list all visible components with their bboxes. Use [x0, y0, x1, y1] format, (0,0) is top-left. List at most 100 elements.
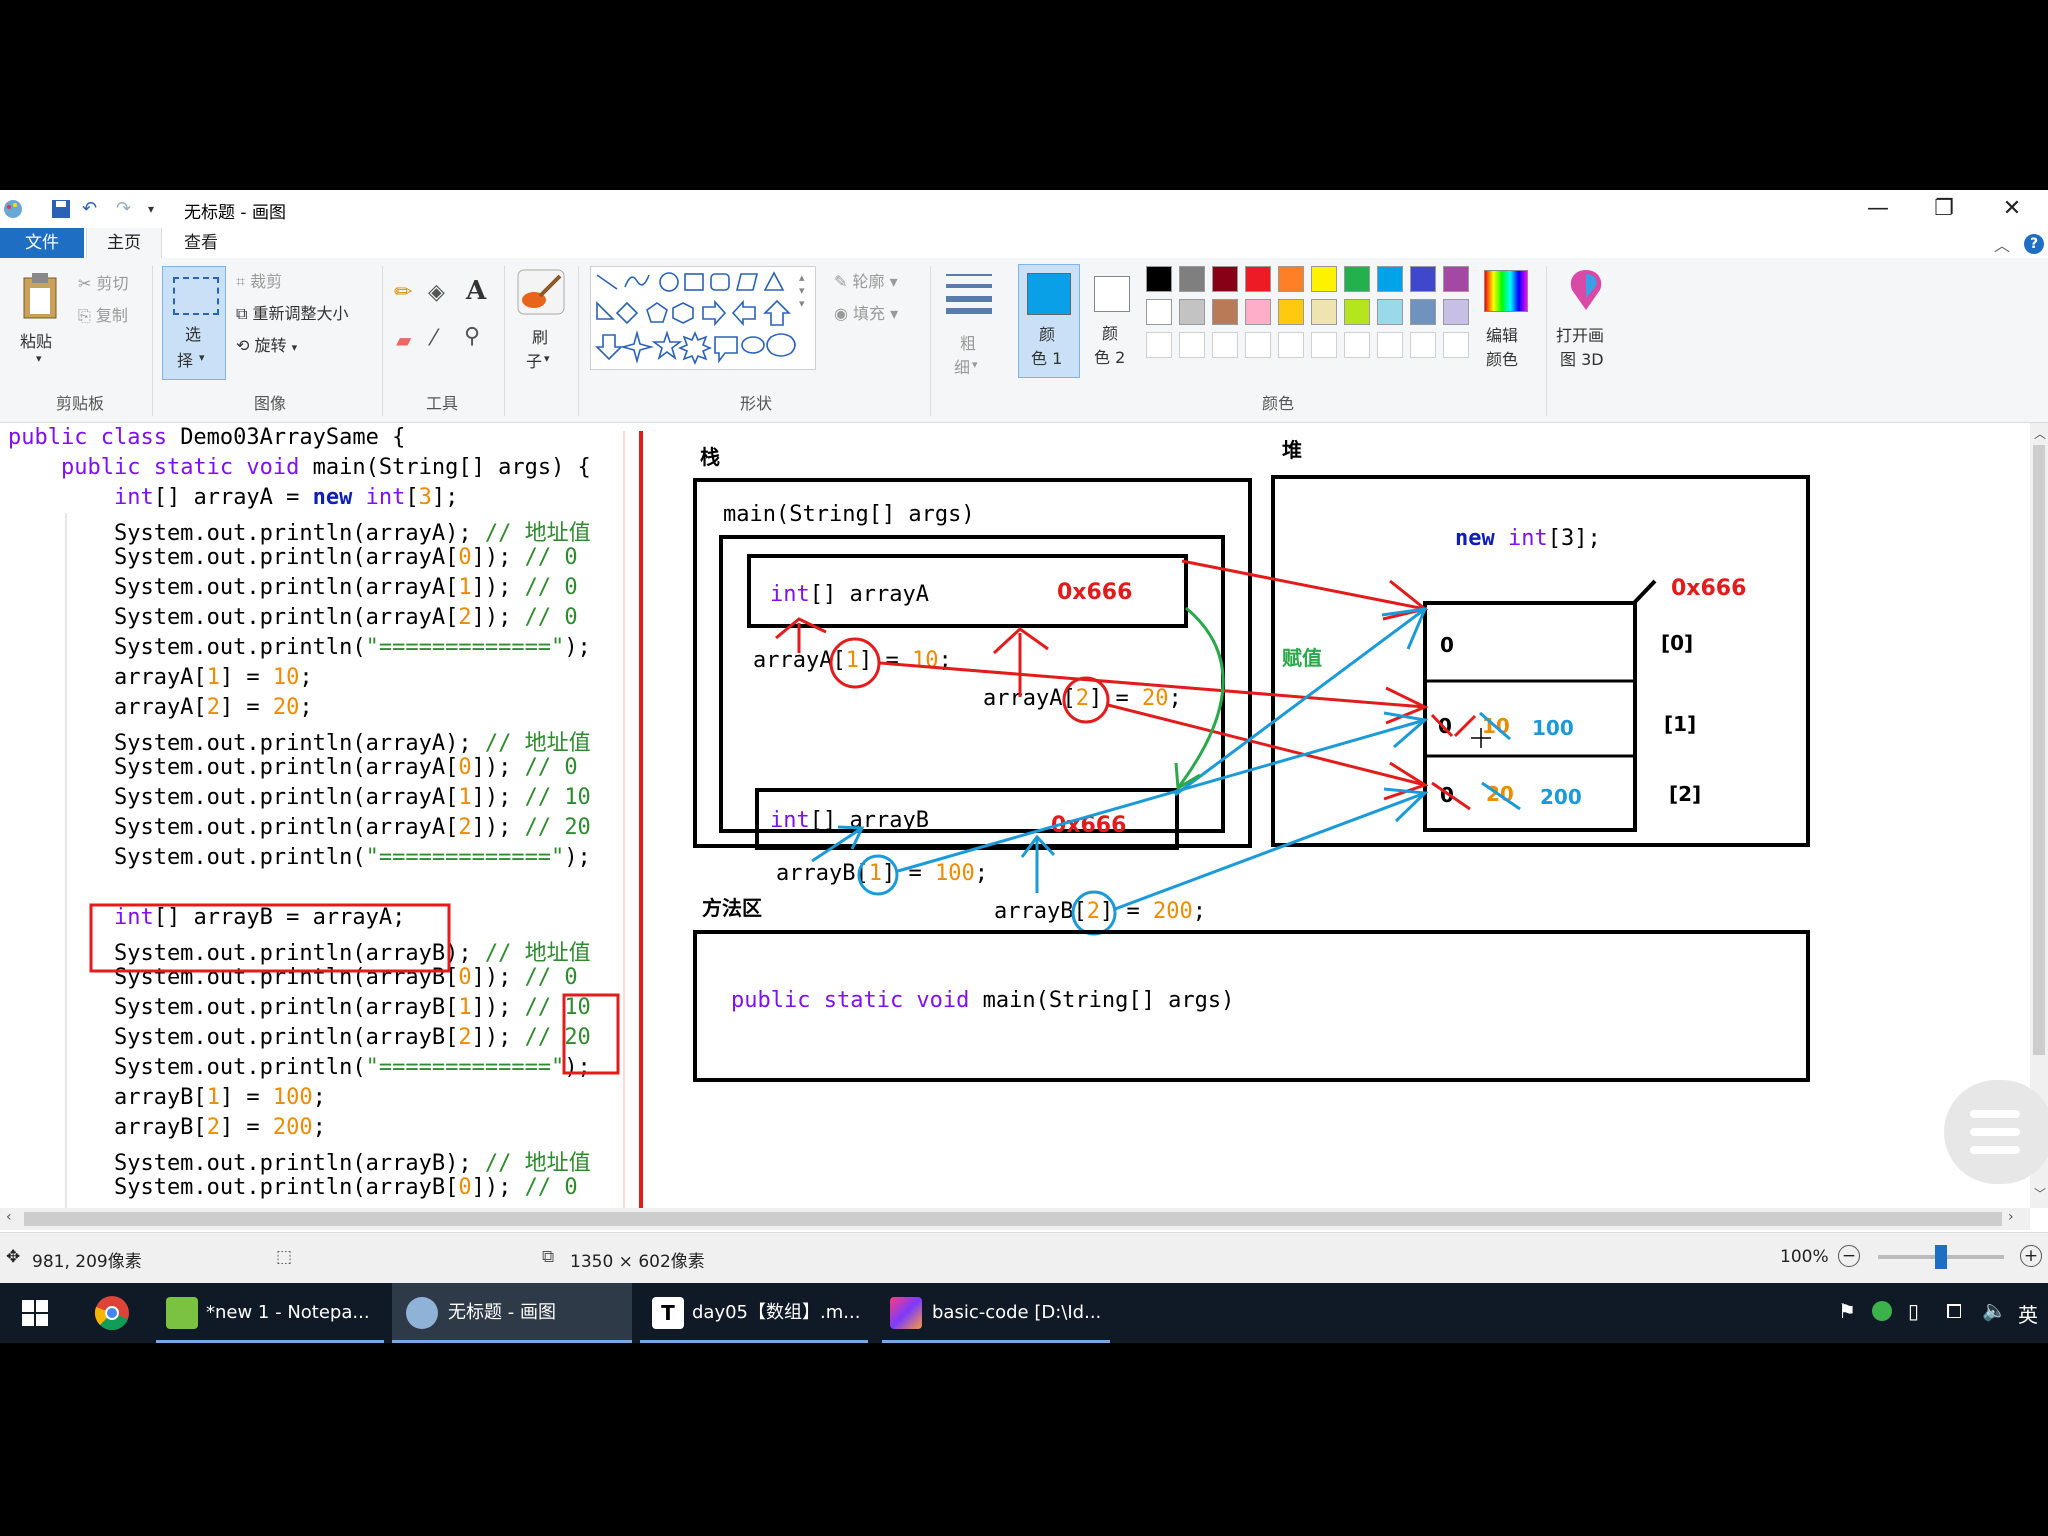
scroll-thumb[interactable] [2033, 445, 2045, 1055]
chrome-icon[interactable] [94, 1295, 130, 1331]
size-button[interactable]: 粗 细 ▾ [940, 266, 998, 384]
magnifier-icon[interactable]: ⚲ [464, 324, 480, 349]
palette-swatch[interactable] [1212, 266, 1238, 292]
palette-swatch[interactable] [1212, 299, 1238, 325]
palette-swatch[interactable] [1410, 266, 1436, 292]
tab-file[interactable]: 文件 [0, 228, 84, 258]
tab-view[interactable]: 查看 [164, 228, 238, 258]
tray-pin-icon[interactable]: ⚑ [1838, 1299, 1856, 1323]
separator [578, 266, 579, 416]
cell-0-value: 0 [1440, 633, 1454, 657]
palette-swatch[interactable] [1146, 299, 1172, 325]
text-tool-icon[interactable]: A [466, 276, 486, 306]
palette-swatch[interactable] [1278, 299, 1304, 325]
taskbar-item-intellij[interactable]: basic-code [D:\Id... [882, 1283, 1110, 1343]
palette-swatch[interactable] [1410, 299, 1436, 325]
paste-button[interactable]: 粘贴 ▾ [14, 266, 66, 376]
tray-battery-icon[interactable]: ▯ [1908, 1299, 1919, 1323]
palette-swatch[interactable] [1344, 266, 1370, 292]
line-size-icon [946, 274, 992, 314]
undo-icon[interactable]: ↶ [82, 198, 97, 219]
palette-swatch[interactable] [1443, 299, 1469, 325]
tab-home[interactable]: 主页 [86, 228, 162, 258]
palette-swatch[interactable] [1278, 266, 1304, 292]
crop-button[interactable]: ⌗ 裁剪 [236, 268, 282, 292]
palette-swatch[interactable] [1278, 332, 1304, 358]
input-language[interactable]: 英 [2018, 1299, 2038, 1328]
tray-security-icon[interactable] [1872, 1301, 1892, 1321]
resize-button[interactable]: ⧉ 重新调整大小 [236, 300, 349, 324]
redo-icon[interactable]: ↷ [116, 198, 131, 219]
palette-swatch[interactable] [1245, 299, 1271, 325]
select-button[interactable]: 选 择 ▾ [162, 266, 226, 380]
floating-menu-button[interactable] [1944, 1080, 2048, 1184]
windows-start-icon[interactable] [22, 1300, 48, 1326]
eraser-icon[interactable]: ▰ [396, 328, 411, 352]
color-picker-icon[interactable]: ⁄ [432, 326, 436, 351]
brushes-button[interactable]: 刷 子 ▾ [512, 266, 568, 384]
scroll-down-icon[interactable]: ﹀ [2034, 1185, 2046, 1202]
palette-swatch[interactable] [1311, 299, 1337, 325]
tray-volume-icon[interactable]: 🔈 [1982, 1298, 2007, 1322]
palette-swatch[interactable] [1377, 266, 1403, 292]
collapse-ribbon-icon[interactable]: ︿ [1994, 232, 2010, 256]
palette-swatch[interactable] [1443, 266, 1469, 292]
tray-network-icon[interactable]: ⧠ [1946, 1299, 1962, 1323]
scroll-left-icon[interactable]: ‹ [6, 1209, 12, 1225]
heap-address-pointer [1632, 579, 1657, 605]
edit-colors-button[interactable]: 编辑 颜色 [1474, 266, 1538, 384]
help-icon[interactable]: ? [2024, 234, 2044, 254]
zoom-slider-thumb[interactable] [1935, 1245, 1947, 1269]
fill-button[interactable]: ◉ 填充 ▾ [834, 300, 898, 324]
horizontal-scrollbar[interactable]: ‹ › [0, 1208, 2030, 1230]
palette-swatch[interactable] [1410, 332, 1436, 358]
clipboard-group-label: 剪贴板 [55, 394, 104, 413]
shapes-scroll-icon[interactable]: ▴ ▾ ▾ [799, 271, 805, 310]
hscroll-thumb[interactable] [24, 1212, 2002, 1226]
palette-swatch[interactable] [1344, 299, 1370, 325]
taskbar-item-notepad[interactable]: *new 1 - Notepa... [156, 1283, 384, 1343]
palette-swatch[interactable] [1245, 266, 1271, 292]
save-icon[interactable] [50, 198, 72, 220]
zoom-slider[interactable] [1878, 1245, 2004, 1269]
taskbar-item-paint[interactable]: 无标题 - 画图 [392, 1283, 632, 1343]
minimize-button[interactable]: — [1848, 192, 1908, 226]
palette-swatch[interactable] [1443, 332, 1469, 358]
restore-button[interactable]: ❐ [1914, 192, 1974, 226]
color2-button[interactable]: 颜 色 2 [1086, 264, 1142, 378]
cut-button[interactable]: ✂ 剪切 [78, 270, 129, 294]
assign-a1: arrayA[1] = 10; [753, 648, 952, 673]
palette-swatch[interactable] [1212, 332, 1238, 358]
palette-swatch[interactable] [1245, 332, 1271, 358]
assign-label: 赋值 [1282, 646, 1322, 670]
palette-swatch[interactable] [1344, 332, 1370, 358]
outline-button[interactable]: ✎ 轮廓 ▾ [834, 268, 898, 292]
rotate-button[interactable]: ⟲ 旋转 ▾ [236, 332, 297, 356]
palette-swatch[interactable] [1146, 332, 1172, 358]
copy-button[interactable]: ⎘ 复制 [78, 302, 128, 326]
fill-bucket-icon[interactable]: ◈ [428, 280, 445, 305]
customize-quick-access-icon[interactable]: ▾ [148, 202, 154, 216]
cell-0-index: [0] [1661, 631, 1693, 655]
palette-swatch[interactable] [1377, 332, 1403, 358]
color1-button[interactable]: 颜 色 1 [1018, 264, 1080, 378]
shapes-gallery[interactable]: ▴ ▾ ▾ [590, 266, 816, 370]
palette-swatch[interactable] [1179, 332, 1205, 358]
zoom-out-button[interactable]: − [1838, 1245, 1860, 1267]
palette-swatch[interactable] [1179, 266, 1205, 292]
heap-new-expr: new int[3]; [1455, 526, 1601, 551]
arrayA-decl: int[] arrayA [770, 582, 929, 607]
scroll-right-icon[interactable]: › [2008, 1209, 2014, 1225]
palette-swatch[interactable] [1311, 332, 1337, 358]
pencil-icon[interactable]: ✏ [394, 280, 412, 305]
canvas[interactable]: public class Demo03ArraySame { public st… [0, 423, 2030, 1208]
zoom-in-button[interactable]: + [2020, 1245, 2042, 1267]
paint3d-button[interactable]: 打开画 图 3D [1550, 266, 1620, 384]
palette-swatch[interactable] [1311, 266, 1337, 292]
close-button[interactable]: ✕ [1982, 192, 2042, 226]
palette-swatch[interactable] [1377, 299, 1403, 325]
palette-swatch[interactable] [1146, 266, 1172, 292]
taskbar-item-typora[interactable]: T day05【数组】.m... [640, 1283, 868, 1343]
palette-swatch[interactable] [1179, 299, 1205, 325]
scroll-up-icon[interactable]: ︿ [2034, 425, 2046, 442]
